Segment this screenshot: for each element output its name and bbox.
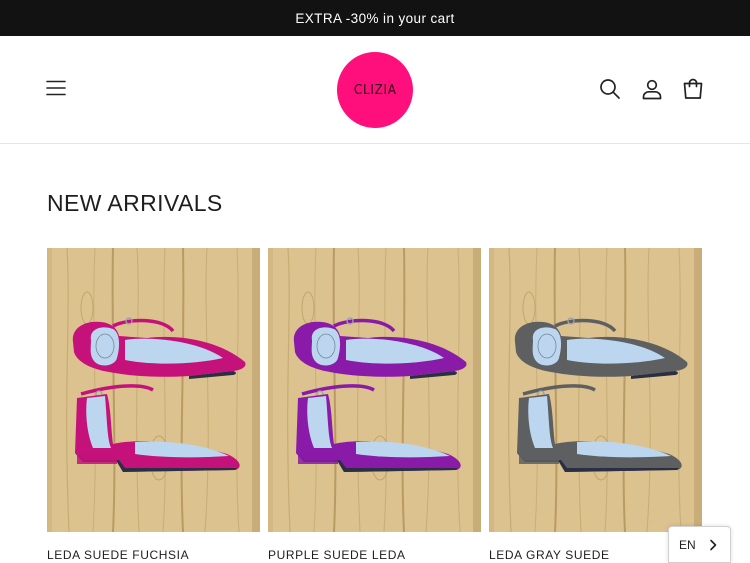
site-header: CLIZIA [0, 36, 750, 144]
hamburger-icon [46, 80, 66, 96]
product-image[interactable] [268, 248, 481, 532]
chevron-right-icon [710, 539, 717, 551]
language-selector[interactable]: EN [668, 526, 731, 563]
menu-button[interactable] [44, 76, 68, 100]
product-card[interactable]: LEDA SUEDE FUCHSIA [47, 248, 260, 562]
search-icon [600, 79, 620, 99]
clizia-logo[interactable]: CLIZIA [337, 52, 413, 128]
product-image[interactable] [47, 248, 260, 532]
logo-text: CLIZIA [353, 82, 397, 98]
product-title[interactable]: LEDA GRAY SUEDE [489, 548, 610, 562]
account-button[interactable] [640, 77, 664, 101]
search-button[interactable] [598, 77, 622, 101]
product-title[interactable]: LEDA SUEDE FUCHSIA [47, 548, 189, 562]
cart-button[interactable] [681, 77, 705, 101]
product-card[interactable]: LEDA GRAY SUEDE [489, 248, 702, 562]
cart-icon [683, 78, 703, 99]
announcement-bar: EXTRA -30% in your cart [0, 0, 750, 36]
language-code: EN [679, 537, 696, 552]
product-image[interactable] [489, 248, 702, 532]
product-card[interactable]: PURPLE SUEDE LEDA [268, 248, 481, 562]
product-title[interactable]: PURPLE SUEDE LEDA [268, 548, 406, 562]
user-icon [642, 79, 662, 100]
section-title: NEW ARRIVALS [47, 190, 223, 216]
announcement-text: EXTRA -30% in your cart [295, 10, 455, 26]
